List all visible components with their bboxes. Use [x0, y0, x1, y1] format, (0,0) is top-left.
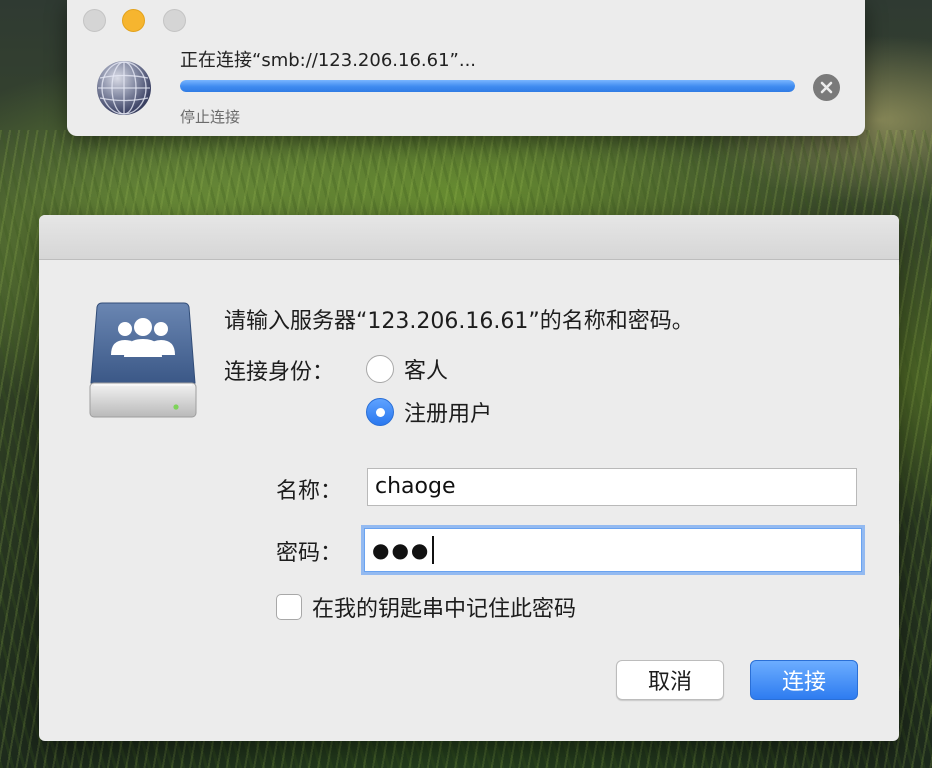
registered-user-radio-label: 注册用户: [404, 402, 493, 427]
guest-radio-label: 客人: [404, 359, 449, 384]
name-field-value: chaoge: [375, 474, 456, 499]
dialog-titlebar: [39, 215, 899, 260]
registered-user-radio-option[interactable]: 注册用户: [366, 396, 492, 428]
progress-bar-fill: [180, 80, 795, 92]
remember-password-option[interactable]: 在我的钥匙串中记住此密码: [276, 591, 576, 623]
shared-server-users-icon: [88, 301, 198, 421]
server-login-dialog: 请输入服务器“123.206.16.61”的名称和密码。 连接身份： 客人 注册…: [39, 215, 899, 741]
connection-progress-window: 正在连接“smb://123.206.16.61”... 停止连接: [67, 0, 865, 136]
guest-radio-option[interactable]: 客人: [366, 353, 448, 385]
remember-password-label: 在我的钥匙串中记住此密码: [312, 597, 577, 622]
login-prompt-text: 请输入服务器“123.206.16.61”的名称和密码。: [224, 309, 694, 334]
registered-user-radio[interactable]: [366, 398, 394, 426]
stop-circle-icon[interactable]: [813, 74, 840, 101]
stop-connecting-link[interactable]: 停止连接: [180, 106, 240, 127]
text-caret: [432, 536, 435, 564]
window-close-button[interactable]: [83, 9, 106, 32]
connecting-status-text: 正在连接“smb://123.206.16.61”...: [180, 50, 477, 71]
connection-progress-bar: [180, 80, 795, 92]
window-zoom-button[interactable]: [163, 9, 186, 32]
guest-radio[interactable]: [366, 355, 394, 383]
connect-as-label: 连接身份：: [224, 360, 335, 385]
name-label: 名称：: [276, 479, 343, 504]
remember-password-checkbox[interactable]: [276, 594, 302, 620]
connect-button[interactable]: 连接: [750, 660, 858, 700]
name-field[interactable]: chaoge: [367, 468, 857, 506]
password-field[interactable]: ●●●: [364, 528, 862, 572]
network-globe-icon: [97, 61, 151, 115]
password-label: 密码：: [276, 541, 343, 566]
cancel-button[interactable]: 取消: [616, 660, 724, 700]
window-minimize-button[interactable]: [122, 9, 145, 32]
password-mask: ●●●: [372, 538, 431, 562]
